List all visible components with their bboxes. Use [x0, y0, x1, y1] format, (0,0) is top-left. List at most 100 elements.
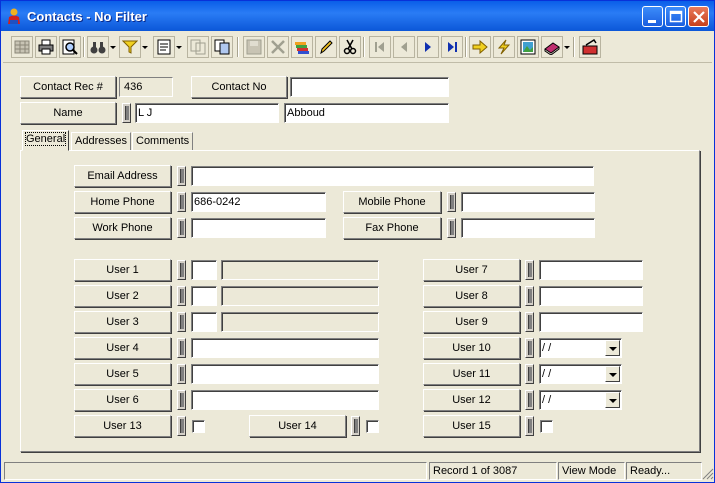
field-indicator	[525, 416, 534, 436]
tab-addresses[interactable]: Addresses	[71, 132, 131, 151]
user1-code-input[interactable]	[191, 260, 217, 280]
user8-label[interactable]: User 8	[423, 285, 520, 307]
user3-code-input[interactable]	[191, 312, 217, 332]
maximize-button[interactable]	[665, 6, 686, 27]
field-indicator	[122, 103, 131, 123]
chevron-down-icon[interactable]	[605, 366, 620, 382]
new-record-button[interactable]	[11, 36, 33, 58]
work-phone-input[interactable]	[191, 218, 326, 238]
next-record-button[interactable]	[417, 36, 439, 58]
minimize-button[interactable]	[642, 6, 663, 27]
goto-button[interactable]	[469, 36, 491, 58]
user7-label[interactable]: User 7	[423, 259, 520, 281]
delete-disabled-button[interactable]	[267, 36, 289, 58]
books-button[interactable]	[541, 36, 563, 58]
stack-icon	[295, 42, 309, 54]
fax-phone-label[interactable]: Fax Phone	[343, 217, 441, 239]
user10-date-picker[interactable]: / /	[539, 338, 622, 358]
user12-date-picker[interactable]: / /	[539, 390, 622, 410]
user12-date-value: / /	[542, 394, 552, 406]
previous-record-button[interactable]	[393, 36, 415, 58]
field-indicator	[177, 312, 186, 332]
last-record-button[interactable]	[441, 36, 463, 58]
user14-label[interactable]: User 14	[249, 415, 346, 437]
filter-button[interactable]	[119, 36, 141, 58]
user8-input[interactable]	[539, 286, 643, 306]
mobile-phone-input[interactable]	[461, 192, 595, 212]
home-phone-label[interactable]: Home Phone	[74, 191, 171, 213]
toolbar-separator	[237, 37, 239, 57]
resize-grip-icon[interactable]	[702, 468, 714, 480]
field-indicator	[351, 416, 360, 436]
contact-rec-label[interactable]: Contact Rec #	[20, 76, 116, 98]
print-preview-button[interactable]	[59, 36, 81, 58]
field-indicator	[525, 364, 534, 384]
last-name-input[interactable]: Abboud	[284, 103, 449, 123]
user5-label[interactable]: User 5	[74, 363, 171, 385]
user10-date-value: / /	[542, 342, 552, 354]
user11-date-picker[interactable]: / /	[539, 364, 622, 384]
user11-label[interactable]: User 11	[423, 363, 520, 385]
copy-disabled-button[interactable]	[187, 36, 209, 58]
user6-label[interactable]: User 6	[74, 389, 171, 411]
contact-rec-value: 436	[119, 77, 173, 97]
cut-button[interactable]	[339, 36, 361, 58]
user3-label[interactable]: User 3	[74, 311, 171, 333]
status-state: Ready...	[626, 462, 702, 480]
find-dropdown[interactable]	[109, 36, 117, 58]
email-address-input[interactable]	[191, 166, 594, 186]
user12-label[interactable]: User 12	[423, 389, 520, 411]
user4-label[interactable]: User 4	[74, 337, 171, 359]
user9-label[interactable]: User 9	[423, 311, 520, 333]
user1-label[interactable]: User 1	[74, 259, 171, 281]
report-dropdown[interactable]	[175, 36, 183, 58]
home-phone-input[interactable]: 686-0242	[191, 192, 326, 212]
chevron-down-icon[interactable]	[605, 392, 620, 408]
user2-code-input[interactable]	[191, 286, 217, 306]
tab-general[interactable]: General	[22, 130, 70, 151]
duplicate-button[interactable]	[211, 36, 233, 58]
fax-phone-input[interactable]	[461, 218, 595, 238]
tab-comments[interactable]: Comments	[132, 132, 194, 151]
exit-button[interactable]	[579, 36, 601, 58]
action-button[interactable]	[493, 36, 515, 58]
user2-label[interactable]: User 2	[74, 285, 171, 307]
title-bar: Contacts - No Filter	[1, 1, 714, 31]
first-name-input[interactable]: L J	[135, 103, 279, 123]
toolbar-separator	[363, 37, 365, 57]
field-indicator	[447, 218, 456, 238]
contact-no-label[interactable]: Contact No	[191, 76, 287, 98]
first-record-button[interactable]	[369, 36, 391, 58]
user10-label[interactable]: User 10	[423, 337, 520, 359]
user15-label[interactable]: User 15	[423, 415, 520, 437]
user13-checkbox[interactable]	[192, 420, 205, 433]
field-indicator	[525, 286, 534, 306]
edit-button[interactable]	[315, 36, 337, 58]
report-button[interactable]	[153, 36, 175, 58]
user6-input[interactable]	[191, 390, 379, 410]
work-phone-label[interactable]: Work Phone	[74, 217, 171, 239]
user9-input[interactable]	[539, 312, 643, 332]
user15-checkbox[interactable]	[540, 420, 553, 433]
user14-checkbox[interactable]	[366, 420, 379, 433]
contact-no-input[interactable]	[290, 77, 449, 97]
books-dropdown[interactable]	[563, 36, 571, 58]
toolbar-separator	[465, 37, 467, 57]
filter-dropdown[interactable]	[141, 36, 149, 58]
user13-label[interactable]: User 13	[74, 415, 171, 437]
email-address-label[interactable]: Email Address	[74, 165, 171, 187]
field-indicator	[177, 338, 186, 358]
close-button[interactable]	[688, 6, 709, 27]
mobile-phone-label[interactable]: Mobile Phone	[343, 191, 441, 213]
user7-input[interactable]	[539, 260, 643, 280]
name-label[interactable]: Name	[20, 102, 116, 124]
user4-input[interactable]	[191, 338, 379, 358]
records-button[interactable]	[291, 36, 313, 58]
find-button[interactable]	[87, 36, 109, 58]
window-title: Contacts - No Filter	[27, 9, 147, 24]
image-button[interactable]	[517, 36, 539, 58]
user5-input[interactable]	[191, 364, 379, 384]
save-disabled-button[interactable]	[243, 36, 265, 58]
chevron-down-icon[interactable]	[605, 340, 620, 356]
print-button[interactable]	[35, 36, 57, 58]
